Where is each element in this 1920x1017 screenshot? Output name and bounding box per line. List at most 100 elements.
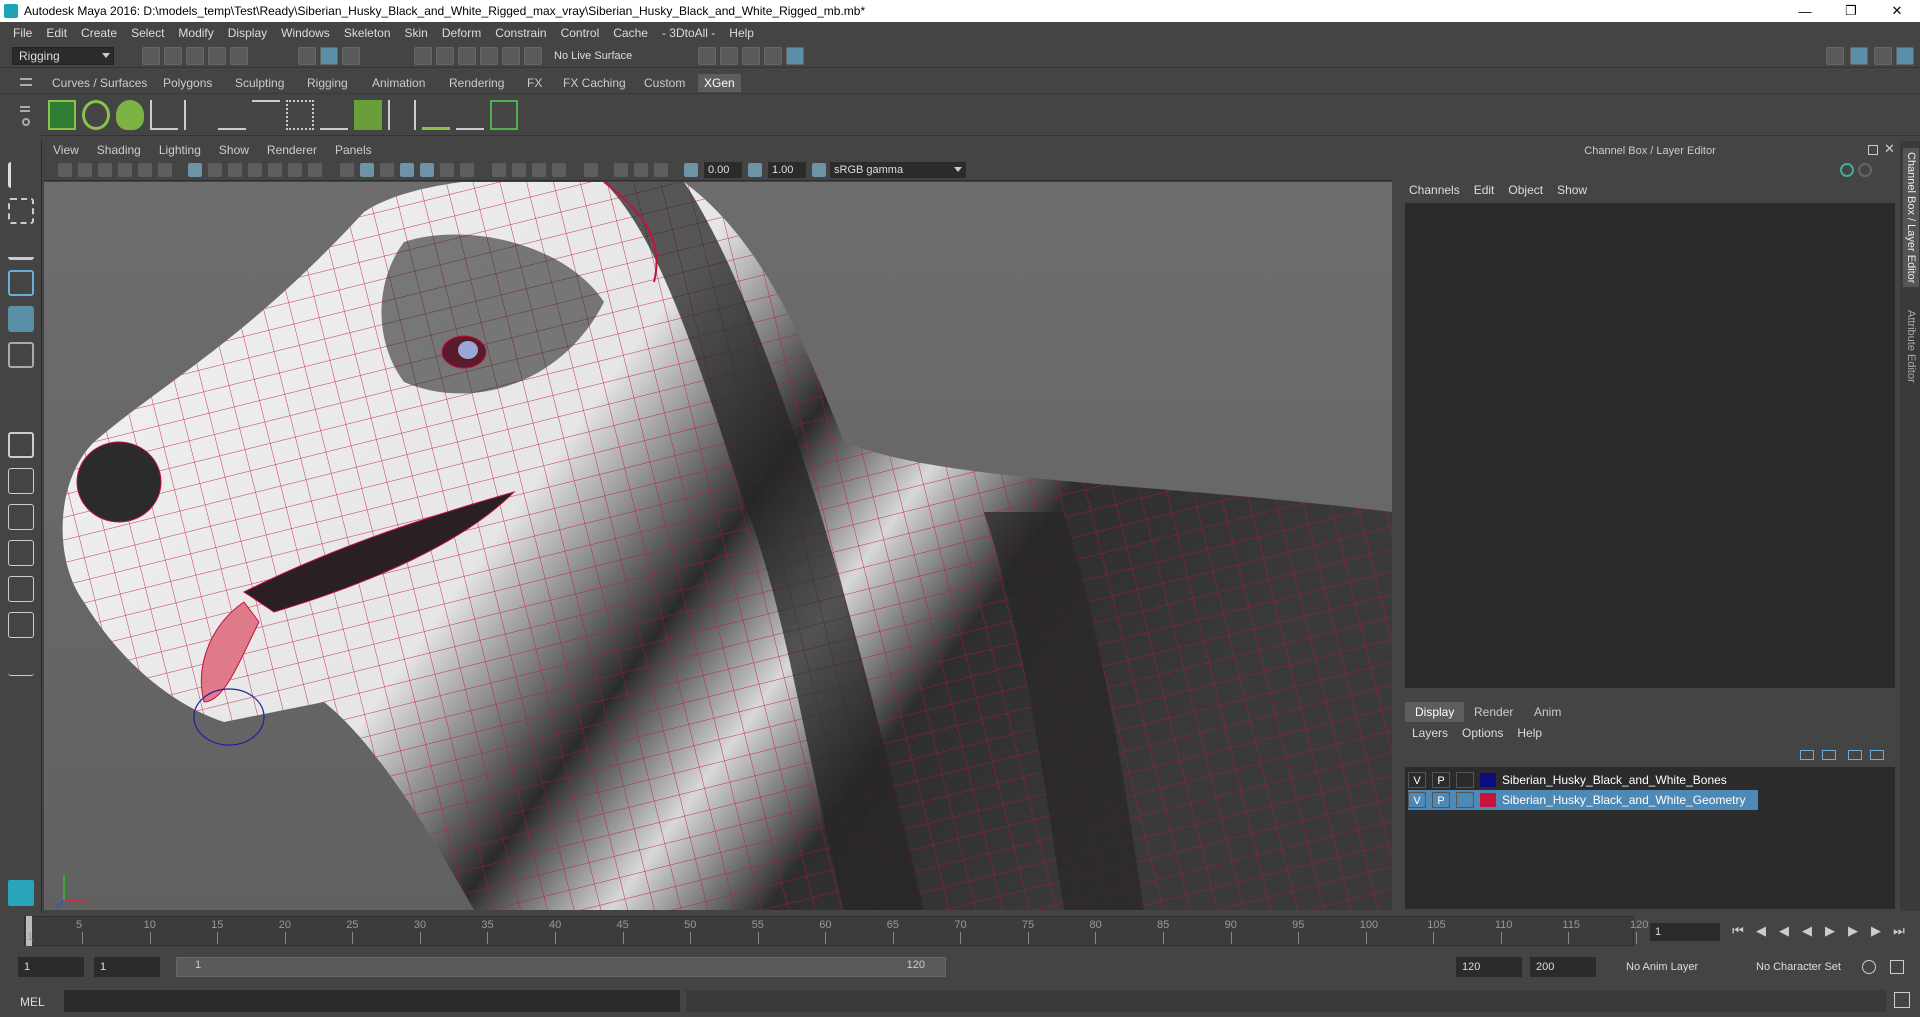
select-component-icon[interactable] (342, 47, 360, 65)
shelf-menu-icon[interactable] (20, 78, 32, 86)
animation-preferences-icon[interactable] (1890, 960, 1904, 974)
layer-tab-display[interactable]: Display (1405, 702, 1465, 722)
viewport-menu-panels[interactable]: Panels (326, 143, 381, 157)
open-scene-icon[interactable] (164, 47, 182, 65)
move-tool-icon[interactable] (8, 270, 34, 296)
restore-button[interactable]: ❐ (1828, 0, 1874, 22)
field-chart-icon[interactable] (268, 163, 282, 177)
playback-start-field[interactable]: 1 (94, 957, 160, 977)
depth-of-field-icon[interactable] (552, 163, 566, 177)
xray-joints-icon[interactable] (654, 163, 668, 177)
wireframe-on-shaded-icon[interactable] (400, 163, 414, 177)
animation-end-field[interactable]: 200 (1530, 957, 1596, 977)
xgen-density-icon[interactable] (354, 100, 382, 130)
render-settings-icon[interactable] (698, 47, 716, 65)
viewport-menu-shading[interactable]: Shading (88, 143, 150, 157)
shelf-tab-fx[interactable]: FX (521, 74, 548, 92)
2d-pan-zoom-icon[interactable] (138, 163, 152, 177)
hypershade-icon[interactable] (786, 47, 804, 65)
modeling-toolkit-icon[interactable] (1826, 47, 1844, 65)
character-set-dropdown[interactable]: No Character Set (1750, 957, 1870, 977)
xgen-groom-icon[interactable] (116, 100, 144, 130)
wireframe-icon[interactable] (340, 163, 354, 177)
shelf-tab-polygons[interactable]: Polygons (157, 74, 218, 92)
gamma-field[interactable]: 1.00 (768, 162, 806, 178)
xray-icon[interactable] (614, 163, 628, 177)
layer-playback-toggle[interactable]: P (1432, 772, 1450, 788)
ipr-render-icon[interactable] (742, 47, 760, 65)
layer-color-swatch[interactable] (1480, 773, 1496, 787)
viewport-menu-view[interactable]: View (44, 143, 88, 157)
animation-start-field[interactable]: 1 (18, 957, 84, 977)
shadows-icon[interactable] (460, 163, 474, 177)
render-view-icon[interactable] (764, 47, 782, 65)
float-panel-icon[interactable] (1868, 145, 1878, 155)
xgen-guide-length-icon[interactable] (184, 100, 212, 130)
make-live-icon[interactable] (524, 47, 542, 65)
snap-view-plane-icon[interactable] (502, 47, 520, 65)
menu-edit[interactable]: Edit (39, 26, 74, 40)
current-frame-field[interactable]: 1 (1650, 923, 1720, 941)
snap-grid-icon[interactable] (414, 47, 432, 65)
bookmark-icon[interactable] (98, 163, 112, 177)
menu-help[interactable]: Help (722, 26, 761, 40)
render-frame-icon[interactable] (720, 47, 738, 65)
layer-menu-layers[interactable]: Layers (1405, 726, 1455, 740)
step-forward-frame-icon[interactable]: ▶ (1845, 923, 1861, 939)
new-layer-selected-icon[interactable] (1870, 750, 1884, 760)
menu-select[interactable]: Select (124, 26, 171, 40)
lasso-tool-icon[interactable] (8, 198, 34, 224)
cb-menu-channels[interactable]: Channels (1402, 183, 1467, 197)
menu-modify[interactable]: Modify (171, 26, 220, 40)
attribute-editor-toggle-icon[interactable] (1850, 47, 1868, 65)
viewport-menu-show[interactable]: Show (210, 143, 258, 157)
step-forward-key-icon[interactable]: ▶ (1868, 923, 1884, 939)
menu-constrain[interactable]: Constrain (488, 26, 553, 40)
range-slider[interactable]: 1 120 (176, 957, 946, 977)
outliner-layout-icon[interactable] (8, 576, 34, 602)
layer-display-type-toggle[interactable] (1456, 792, 1474, 808)
menu-set-dropdown[interactable]: Rigging (12, 47, 114, 65)
play-backwards-icon[interactable]: ◀ (1799, 923, 1815, 939)
redo-icon[interactable] (230, 47, 248, 65)
close-button[interactable]: ✕ (1874, 0, 1920, 22)
menu-skeleton[interactable]: Skeleton (337, 26, 398, 40)
safe-action-icon[interactable] (288, 163, 302, 177)
xgen-clump-icon[interactable] (422, 100, 450, 130)
xgen-lock-icon[interactable] (286, 100, 314, 130)
resolution-gate-icon[interactable] (228, 163, 242, 177)
lock-camera-icon[interactable] (78, 163, 92, 177)
shelf-options-icon[interactable] (20, 106, 30, 112)
layer-playback-toggle[interactable]: P (1432, 792, 1450, 808)
smooth-shade-icon[interactable] (360, 163, 374, 177)
select-tool-icon[interactable] (8, 162, 34, 188)
shelf-tab-rigging[interactable]: Rigging (301, 74, 354, 92)
motion-blur-icon[interactable] (512, 163, 526, 177)
step-back-key-icon[interactable]: ◀ (1753, 923, 1769, 939)
exposure-field[interactable]: 0.00 (704, 162, 742, 178)
playback-end-field[interactable]: 120 (1456, 957, 1522, 977)
shelf-tab-animation[interactable]: Animation (366, 74, 431, 92)
save-scene-icon[interactable] (186, 47, 204, 65)
image-plane-icon[interactable] (118, 163, 132, 177)
paint-select-tool-icon[interactable] (8, 234, 34, 260)
screen-space-ao-icon[interactable] (492, 163, 506, 177)
menu-file[interactable]: File (6, 26, 39, 40)
view-transform-dropdown[interactable]: sRGB gamma (830, 162, 966, 178)
shelf-tab-curves-surfaces[interactable]: Curves / Surfaces (46, 74, 153, 92)
use-all-lights-icon[interactable] (440, 163, 454, 177)
shelf-tab-custom[interactable]: Custom (638, 74, 691, 92)
single-perspective-layout-icon[interactable] (8, 432, 34, 458)
xray-active-icon[interactable] (634, 163, 648, 177)
hypershade-layout-icon[interactable] (8, 612, 34, 638)
layer-tab-render[interactable]: Render (1464, 702, 1523, 722)
exposure-toggle-icon[interactable] (684, 163, 698, 177)
side-tab-channel-box[interactable]: Channel Box / Layer Editor (1903, 148, 1919, 288)
side-tab-attribute-editor[interactable]: Attribute Editor (1903, 306, 1919, 387)
layer-visibility-toggle[interactable]: V (1408, 792, 1426, 808)
snap-projected-icon[interactable] (480, 47, 498, 65)
layer-color-swatch[interactable] (1480, 793, 1496, 807)
mel-language-toggle[interactable]: MEL (20, 993, 60, 1011)
undo-icon[interactable] (208, 47, 226, 65)
channel-box-speed-icon[interactable] (1858, 163, 1872, 177)
